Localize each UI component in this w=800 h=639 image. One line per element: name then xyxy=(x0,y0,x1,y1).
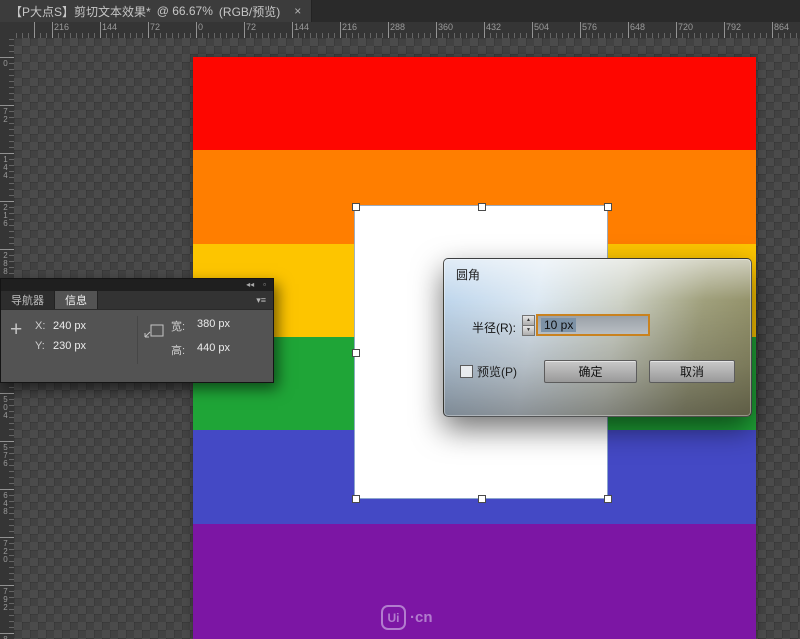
watermark-text: ·cn xyxy=(410,609,433,626)
v-ruler-label: 288 xyxy=(1,251,9,275)
h-ruler-label: 576 xyxy=(582,23,597,32)
v-ruler-label: 864 xyxy=(1,635,9,639)
selection-handle-bottom-left[interactable] xyxy=(352,495,360,503)
v-ruler-label: 576 xyxy=(1,443,9,467)
transform-icon xyxy=(143,322,165,343)
selection-handle-top-right[interactable] xyxy=(604,203,612,211)
width-label: 宽: xyxy=(171,318,185,334)
ruler-corner xyxy=(0,22,15,39)
selection-handle-bottom-center[interactable] xyxy=(478,495,486,503)
h-ruler-label: 144 xyxy=(102,23,117,32)
y-value: 230 px xyxy=(53,340,86,352)
x-label: X: xyxy=(35,320,45,332)
info-panel-body: + X: 240 px Y: 230 px 宽: 380 px 高: 440 p… xyxy=(1,310,273,382)
v-ruler-label: 144 xyxy=(1,155,9,179)
y-label: Y: xyxy=(35,340,45,352)
preview-label: 预览(P) xyxy=(477,363,517,380)
h-ruler-label: 216 xyxy=(54,23,69,32)
watermark-logo-icon: Ui xyxy=(381,605,406,630)
h-ruler-label: 0 xyxy=(198,23,203,32)
h-ruler-label: 504 xyxy=(534,23,549,32)
h-ruler-label: 216 xyxy=(342,23,357,32)
stepper-up-icon[interactable]: ▲ xyxy=(522,315,535,326)
info-panel-header[interactable]: ◂◂ ▫ xyxy=(1,279,273,291)
v-ruler-label: 0 xyxy=(1,59,9,67)
v-ruler-label: 216 xyxy=(1,203,9,227)
document-tab-bar: 【P大点S】剪切文本效果* @ 66.67% (RGB/预览) × xyxy=(0,0,800,23)
v-ruler-label: 504 xyxy=(1,395,9,419)
color-mode: (RGB/预览) xyxy=(219,3,280,20)
h-ruler-label: 72 xyxy=(150,23,160,32)
radius-label: 半径(R): xyxy=(472,319,516,336)
h-ruler-label: 144 xyxy=(294,23,309,32)
stepper-down-icon[interactable]: ▼ xyxy=(522,326,535,336)
panel-divider xyxy=(137,316,138,364)
height-label: 高: xyxy=(171,342,185,358)
h-ruler-label: 720 xyxy=(678,23,693,32)
photoshop-window: 【P大点S】剪切文本效果* @ 66.67% (RGB/预览) × 216 144… xyxy=(0,0,800,639)
h-ruler-label: 648 xyxy=(630,23,645,32)
rounded-corner-dialog: 圆角 半径(R): ▲ ▼ 10 px 预览(P) 确定 取消 xyxy=(443,258,752,417)
h-ruler-label: 792 xyxy=(726,23,741,32)
radius-stepper: ▲ ▼ xyxy=(522,315,535,336)
v-ruler-label: 648 xyxy=(1,491,9,515)
zoom-level: @ 66.67% xyxy=(157,4,213,18)
ok-button[interactable]: 确定 xyxy=(544,360,637,383)
document-title: 【P大点S】剪切文本效果* xyxy=(10,3,151,20)
close-tab-icon[interactable]: × xyxy=(294,4,301,18)
tab-navigator[interactable]: 导航器 xyxy=(1,291,55,309)
h-ruler-label: 432 xyxy=(486,23,501,32)
selection-handle-top-center[interactable] xyxy=(478,203,486,211)
h-ruler-label: 288 xyxy=(390,23,405,32)
collapse-panel-icon[interactable]: ◂◂ xyxy=(246,281,254,289)
watermark: Ui ·cn xyxy=(381,605,433,630)
radius-value: 10 px xyxy=(541,318,576,332)
tab-info[interactable]: 信息 xyxy=(55,291,98,309)
horizontal-ruler[interactable]: 2161447207214421628836043250457664872079… xyxy=(14,22,800,39)
selection-handle-top-left[interactable] xyxy=(352,203,360,211)
selection-handle-middle-left[interactable] xyxy=(352,349,360,357)
preview-checkbox[interactable] xyxy=(460,365,473,378)
document-tab[interactable]: 【P大点S】剪切文本效果* @ 66.67% (RGB/预览) × xyxy=(0,0,312,22)
h-ruler-label: 72 xyxy=(246,23,256,32)
radius-input[interactable]: 10 px xyxy=(536,314,650,336)
crosshair-icon: + xyxy=(10,319,22,340)
x-value: 240 px xyxy=(53,320,86,332)
panel-menu-icon[interactable]: ▾≡ xyxy=(249,291,273,309)
dialog-title[interactable]: 圆角 xyxy=(456,266,480,283)
panel-box-icon[interactable]: ▫ xyxy=(263,281,266,289)
h-ruler-label: 864 xyxy=(774,23,789,32)
v-ruler-label: 792 xyxy=(1,587,9,611)
height-value: 440 px xyxy=(197,342,230,354)
selection-handle-bottom-right[interactable] xyxy=(604,495,612,503)
v-ruler-label: 72 xyxy=(1,107,9,123)
h-ruler-label: 360 xyxy=(438,23,453,32)
cancel-button[interactable]: 取消 xyxy=(649,360,735,383)
width-value: 380 px xyxy=(197,318,230,330)
info-panel-tabs: 导航器 信息 ▾≡ xyxy=(1,291,273,310)
canvas-stripe-red xyxy=(193,57,756,150)
info-panel: ◂◂ ▫ 导航器 信息 ▾≡ + X: 240 px Y: 230 px 宽: … xyxy=(0,278,274,383)
canvas-stripe-purple xyxy=(193,524,756,639)
v-ruler-label: 720 xyxy=(1,539,9,563)
